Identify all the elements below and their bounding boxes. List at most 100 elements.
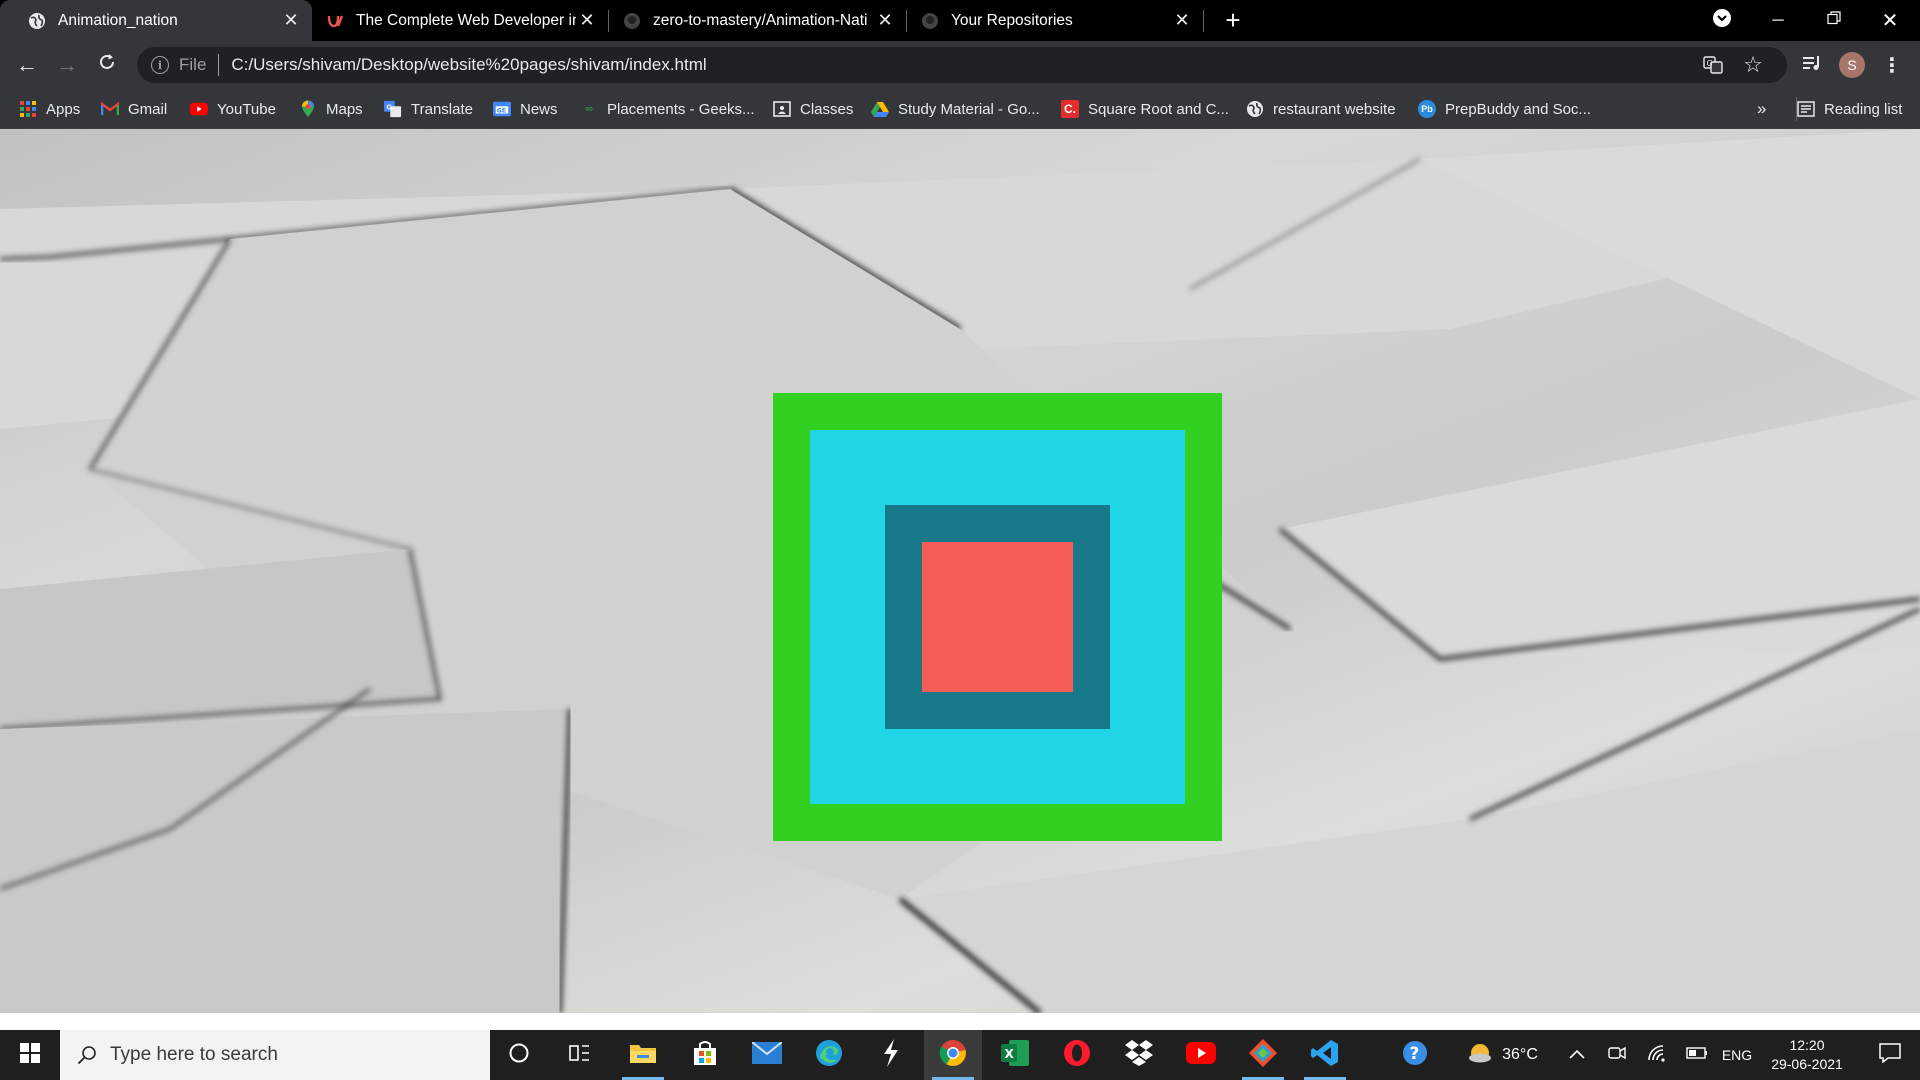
chrome-icon (939, 1039, 967, 1072)
action-center-button[interactable] (1864, 1030, 1916, 1080)
bookmark-label: Placements - Geeks... (607, 100, 755, 118)
taskbar-search-box[interactable]: Type here to search (60, 1030, 490, 1080)
reload-button[interactable] (91, 49, 123, 81)
globe-icon (28, 12, 46, 30)
bookmark-label: Study Material - Go... (898, 100, 1040, 118)
battery-icon (1686, 1046, 1708, 1064)
bookmark-gmail[interactable]: Gmail (101, 97, 167, 121)
bookmark-label: Gmail (128, 100, 168, 118)
browser-menu-button[interactable]: ⋮ (1876, 49, 1908, 81)
bookmark-restaurant-website[interactable]: restaurant website (1246, 97, 1396, 121)
tab-search-button[interactable] (1694, 0, 1750, 41)
windows-logo-icon (20, 1042, 40, 1068)
site-info-icon[interactable]: i (151, 56, 169, 74)
close-window-button[interactable]: ✕ (1862, 0, 1918, 41)
battery-button[interactable] (1682, 1030, 1712, 1080)
vscode-app[interactable] (1296, 1030, 1354, 1080)
dropbox-app[interactable] (1110, 1030, 1168, 1080)
bookmark-study-material[interactable]: Study Material - Go... (871, 97, 1040, 121)
weather-widget[interactable]: 36°C (1458, 1030, 1548, 1080)
minimize-icon: ─ (1772, 11, 1784, 29)
reading-list-label: Reading list (1824, 100, 1903, 118)
network-button[interactable] (1642, 1030, 1672, 1080)
bookmark-label: restaurant website (1273, 100, 1396, 118)
tab-strip: Animation_nation ✕ The Complete Web Deve… (0, 0, 1920, 41)
excel-app[interactable]: X (986, 1030, 1044, 1080)
tab-your-repositories[interactable]: Your Repositories ✕ (907, 0, 1203, 41)
question-mark-icon: ? (1401, 1039, 1429, 1072)
google-drive-icon (871, 100, 889, 118)
reading-list-icon (1797, 100, 1815, 118)
bookmarks-overflow-button[interactable]: » (1757, 97, 1766, 121)
tab-title: Animation_nation (58, 11, 178, 29)
notification-icon (1879, 1042, 1901, 1068)
address-url[interactable]: C:/Users/shivam/Desktop/website%20pages/… (231, 55, 706, 75)
avatar: S (1839, 52, 1865, 78)
clock-date: 29-06-2021 (1771, 1056, 1843, 1072)
tab-separator (1203, 10, 1204, 32)
git-diamond-icon (1248, 1038, 1278, 1073)
windows-taskbar: Type here to search X ? 36°C ENG 12:20 2… (0, 1030, 1920, 1080)
task-view-button[interactable] (551, 1030, 609, 1080)
svg-text:G: G (386, 102, 392, 111)
git-app[interactable] (1234, 1030, 1292, 1080)
back-button[interactable]: ← (11, 49, 43, 81)
edge-browser-app[interactable] (800, 1030, 858, 1080)
c-icon: C. (1061, 100, 1079, 118)
bookmark-apps[interactable]: Apps (19, 97, 80, 121)
tab-animation-nation[interactable]: Animation_nation ✕ (0, 0, 312, 41)
search-placeholder: Type here to search (110, 1044, 278, 1065)
show-hidden-icons-button[interactable] (1562, 1030, 1592, 1080)
mail-app[interactable] (738, 1030, 796, 1080)
restore-button[interactable] (1806, 0, 1862, 41)
svg-text:X: X (1005, 1047, 1015, 1061)
vscode-icon (1311, 1039, 1339, 1072)
bookmark-prepbuddy[interactable]: Pb PrepBuddy and Soc... (1418, 97, 1591, 121)
start-button[interactable] (0, 1030, 60, 1080)
close-tab-icon[interactable]: ✕ (1171, 10, 1193, 32)
file-explorer-app[interactable] (614, 1030, 672, 1080)
playlist-icon (1802, 54, 1822, 77)
help-tray-icon[interactable]: ? (1389, 1030, 1441, 1080)
bookmark-youtube[interactable]: YouTube (190, 97, 276, 121)
bookmark-classes[interactable]: Classes (773, 97, 853, 121)
bookmark-translate[interactable]: G Translate (384, 97, 473, 121)
translate-page-icon[interactable]: G (1698, 47, 1728, 83)
close-tab-icon[interactable]: ✕ (874, 10, 896, 32)
close-tab-icon[interactable]: ✕ (576, 10, 598, 32)
cortana-button[interactable] (490, 1030, 548, 1080)
bookmark-star-icon[interactable]: ☆ (1738, 47, 1768, 83)
forward-button[interactable]: → (51, 49, 83, 81)
tab-title: zero-to-mastery/Animation-Nati (653, 11, 868, 29)
youtube-app[interactable] (1172, 1030, 1230, 1080)
tab-complete-web-developer[interactable]: The Complete Web Developer in ✕ (312, 0, 608, 41)
back-arrow-icon: ← (16, 52, 38, 77)
system-clock[interactable]: 12:20 29-06-2021 (1752, 1030, 1862, 1080)
media-control-button[interactable] (1796, 49, 1828, 81)
chrome-app[interactable] (924, 1030, 982, 1080)
weather-temperature: 36°C (1502, 1046, 1538, 1063)
camera-icon (1608, 1045, 1626, 1066)
wifi-icon (1647, 1044, 1667, 1067)
globe-icon (1246, 100, 1264, 118)
bookmark-news[interactable]: GE News (493, 97, 558, 121)
profile-button[interactable]: S (1836, 49, 1868, 81)
bookmark-placements-geeks[interactable]: ∞ Placements - Geeks... (580, 97, 755, 121)
opera-app[interactable] (1048, 1030, 1106, 1080)
bolt-app[interactable] (862, 1030, 920, 1080)
meet-now-button[interactable] (1602, 1030, 1632, 1080)
new-tab-button[interactable]: + (1220, 7, 1246, 34)
bookmark-maps[interactable]: Maps (299, 97, 363, 121)
address-bar[interactable]: i File C:/Users/shivam/Desktop/website%2… (137, 47, 1787, 83)
minimize-button[interactable]: ─ (1750, 0, 1806, 41)
close-tab-icon[interactable]: ✕ (280, 10, 302, 32)
bookmark-square-root[interactable]: C. Square Root and C... (1061, 97, 1229, 121)
microsoft-store-app[interactable] (676, 1030, 734, 1080)
reading-list-button[interactable]: Reading list (1796, 97, 1902, 121)
tab-zero-to-mastery[interactable]: zero-to-mastery/Animation-Nati ✕ (609, 0, 906, 41)
forward-arrow-icon: → (56, 52, 78, 77)
maps-pin-icon (299, 100, 317, 118)
svg-text:?: ? (1410, 1044, 1420, 1064)
partly-sunny-icon (1468, 1042, 1494, 1069)
udemy-icon (326, 12, 344, 30)
